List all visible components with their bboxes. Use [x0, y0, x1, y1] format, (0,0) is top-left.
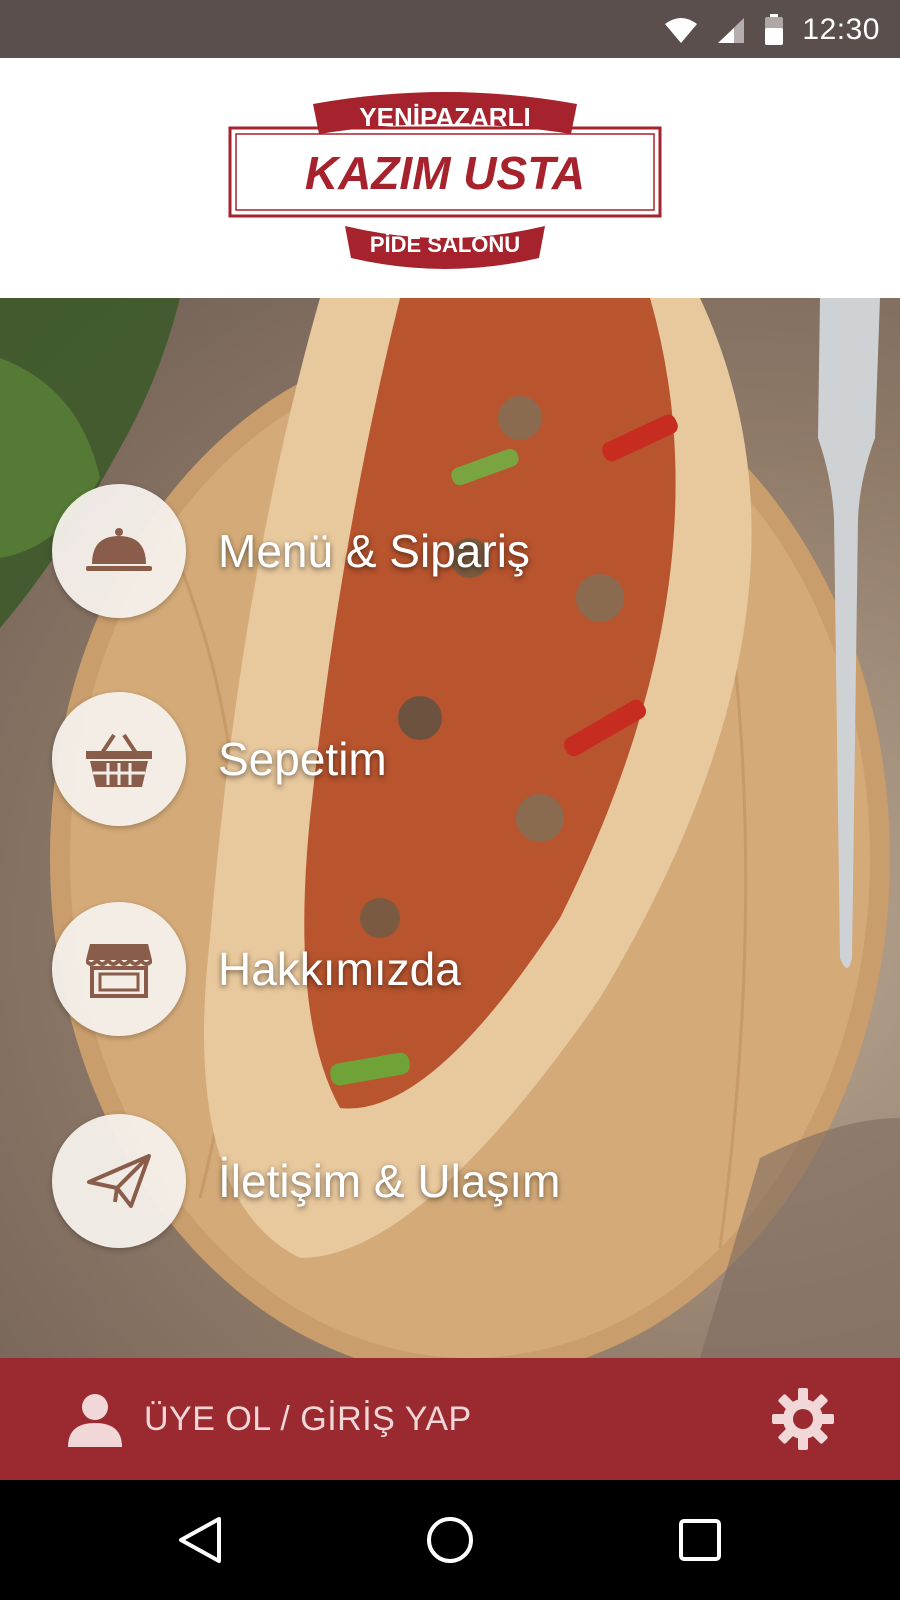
menu-circle: [52, 484, 186, 618]
basket-icon: [86, 733, 152, 787]
status-bar: 12:30: [0, 0, 900, 58]
logo-main-text: KAZIM USTA: [305, 147, 585, 199]
wifi-icon: [665, 18, 698, 43]
menu-item-label: İletişim & Ulaşım: [218, 1155, 561, 1207]
menu-circle: [52, 902, 186, 1036]
user-icon: [68, 1394, 122, 1447]
status-time: 12:30: [802, 13, 880, 46]
menu-item-cart[interactable]: Sepetim: [52, 692, 872, 826]
back-icon: [179, 1517, 221, 1563]
menu-item-label: Sepetim: [218, 733, 387, 785]
menu-item-about[interactable]: Hakkımızda: [52, 902, 872, 1036]
back-button[interactable]: [170, 1510, 230, 1570]
settings-button[interactable]: [772, 1388, 834, 1450]
paper-plane-icon: [87, 1154, 151, 1208]
menu-item-contact[interactable]: İletişim & Ulaşım: [52, 1114, 872, 1248]
menu-item-label: Hakkımızda: [218, 943, 461, 995]
battery-icon: [765, 14, 784, 45]
home-button[interactable]: [420, 1510, 480, 1570]
gear-icon: [772, 1388, 834, 1450]
navigation-bar: [0, 1480, 900, 1600]
login-label: ÜYE OL / GİRİŞ YAP: [144, 1399, 472, 1438]
logo-bottom-text: PİDE SALONU: [370, 232, 520, 257]
recents-button[interactable]: [670, 1510, 730, 1570]
menu-circle: [52, 692, 186, 826]
login-button[interactable]: ÜYE OL / GİRİŞ YAP: [66, 1358, 472, 1480]
logo-top-text: YENİPAZARLI: [359, 102, 530, 132]
recents-icon: [679, 1519, 721, 1561]
menu-circle: [52, 1114, 186, 1248]
status-icons: 12:30: [664, 10, 880, 50]
header: YENİPAZARLI KAZIM USTA PİDE SALONU: [0, 58, 900, 298]
bottom-bar: ÜYE OL / GİRİŞ YAP: [0, 1358, 900, 1480]
brand-logo: YENİPAZARLI KAZIM USTA PİDE SALONU: [228, 92, 662, 269]
menu-item-label: Menü & Sipariş: [218, 525, 530, 577]
store-icon: [86, 944, 152, 998]
hero-background: Menü & Sipariş Sepetim Hakkımızda İletiş…: [0, 298, 900, 1358]
signal-icon: [718, 18, 745, 43]
cloche-icon: [86, 528, 152, 571]
menu-item-order[interactable]: Menü & Sipariş: [52, 484, 872, 618]
home-icon: [427, 1517, 473, 1563]
